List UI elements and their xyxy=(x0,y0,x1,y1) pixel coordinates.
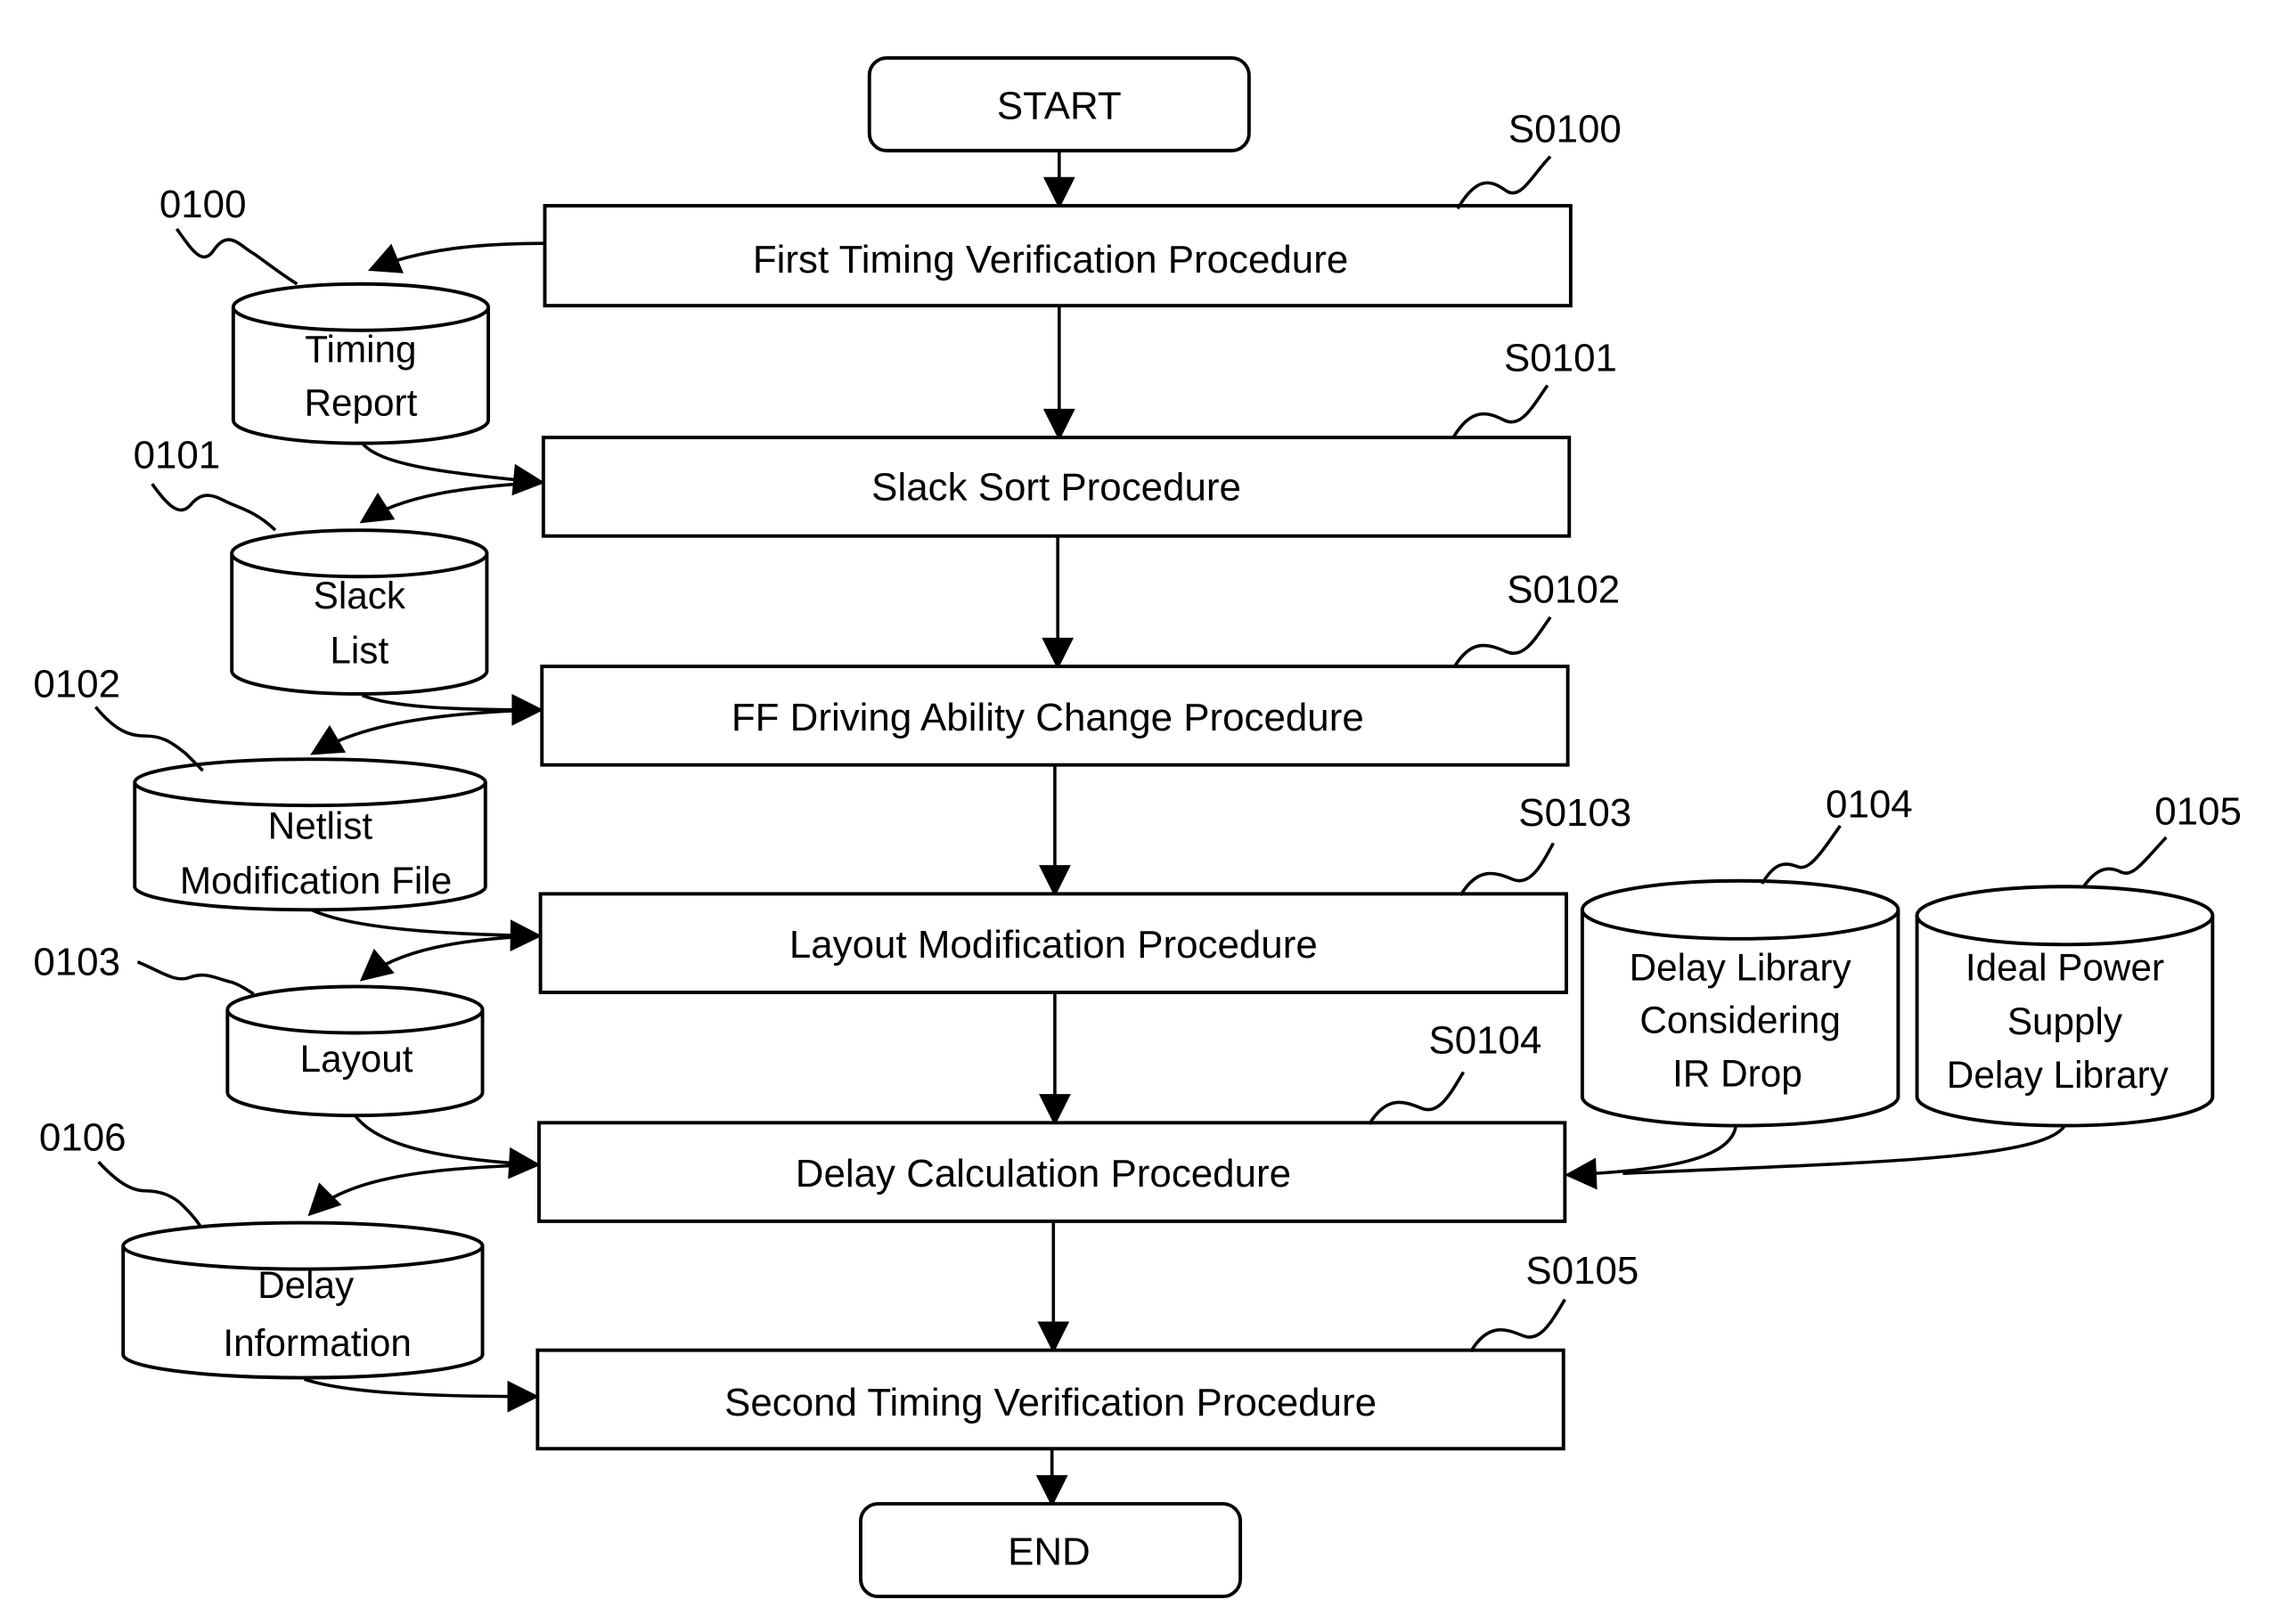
db-line: List xyxy=(330,630,388,672)
step-s0103: Layout Modification Procedure xyxy=(538,892,1568,994)
db-ideal-power-supply-delay-library: Ideal Power Supply Delay Library xyxy=(1915,885,2215,1128)
step-s0100: First Timing Verification Procedure xyxy=(543,203,1573,308)
ref-s0100: S0100 xyxy=(1508,108,1622,151)
ref-s0104: S0104 xyxy=(1428,1018,1541,1062)
db-line: Delay Library xyxy=(1947,1054,2170,1096)
ref-s0105: S0105 xyxy=(1525,1249,1639,1293)
ref-0100: 0100 xyxy=(159,183,247,226)
start-terminal: START xyxy=(867,56,1251,153)
db-timing-report: Timing Report xyxy=(231,282,491,445)
db-line: Supply xyxy=(2007,1000,2123,1042)
db-line: Delay xyxy=(257,1264,355,1306)
step-label: Delay Calculation Procedure xyxy=(796,1152,1291,1196)
db-line: Slack xyxy=(314,575,406,616)
ref-s0101: S0101 xyxy=(1504,337,1617,380)
db-delay-information: Delay Information xyxy=(121,1220,485,1380)
ref-0103: 0103 xyxy=(33,941,120,984)
main-flow-arrows xyxy=(1035,151,1075,1507)
ref-0105: 0105 xyxy=(2154,790,2242,834)
step-label: First Timing Verification Procedure xyxy=(753,238,1348,282)
db-line: Considering xyxy=(1639,999,1841,1041)
db-line: Timing xyxy=(305,328,416,370)
db-line: Netlist xyxy=(268,804,373,846)
step-s0102: FF Driving Ability Change Procedure xyxy=(540,665,1570,767)
db-line: Information xyxy=(223,1322,411,1364)
step-label: Second Timing Verification Procedure xyxy=(724,1381,1377,1424)
end-label: END xyxy=(1008,1530,1091,1574)
ref-0101: 0101 xyxy=(134,433,221,477)
db-line: Report xyxy=(305,382,418,424)
db-netlist-modification-file: Netlist Modification File xyxy=(133,757,487,912)
db-line: IR Drop xyxy=(1672,1052,1802,1094)
step-label: FF Driving Ability Change Procedure xyxy=(731,696,1364,739)
ref-0104: 0104 xyxy=(1826,782,1913,826)
db-line: Modification File xyxy=(180,860,452,902)
start-label: START xyxy=(997,85,1122,128)
ref-s0102: S0102 xyxy=(1507,568,1620,612)
db-line: Delay Library xyxy=(1630,947,1852,989)
end-terminal: END xyxy=(859,1502,1243,1599)
step-label: Layout Modification Procedure xyxy=(789,923,1318,967)
db-line: Layout xyxy=(300,1038,413,1080)
step-label: Slack Sort Procedure xyxy=(871,465,1241,509)
step-s0105: Second Timing Verification Procedure xyxy=(535,1348,1565,1451)
db-line: Ideal Power xyxy=(1966,947,2164,989)
ref-0106: 0106 xyxy=(39,1115,127,1159)
step-s0101: Slack Sort Procedure xyxy=(541,436,1572,538)
db-delay-library-ir-drop: Delay Library Considering IR Drop xyxy=(1580,878,1900,1128)
ref-s0103: S0103 xyxy=(1518,791,1631,835)
db-layout: Layout xyxy=(225,984,485,1118)
data-flow-arrows xyxy=(303,241,2066,1413)
flowchart: START First Timing Verification Procedur… xyxy=(33,56,2242,1599)
db-slack-list: Slack List xyxy=(230,528,489,696)
ref-0102: 0102 xyxy=(33,662,120,706)
step-s0104: Delay Calculation Procedure xyxy=(537,1121,1567,1223)
